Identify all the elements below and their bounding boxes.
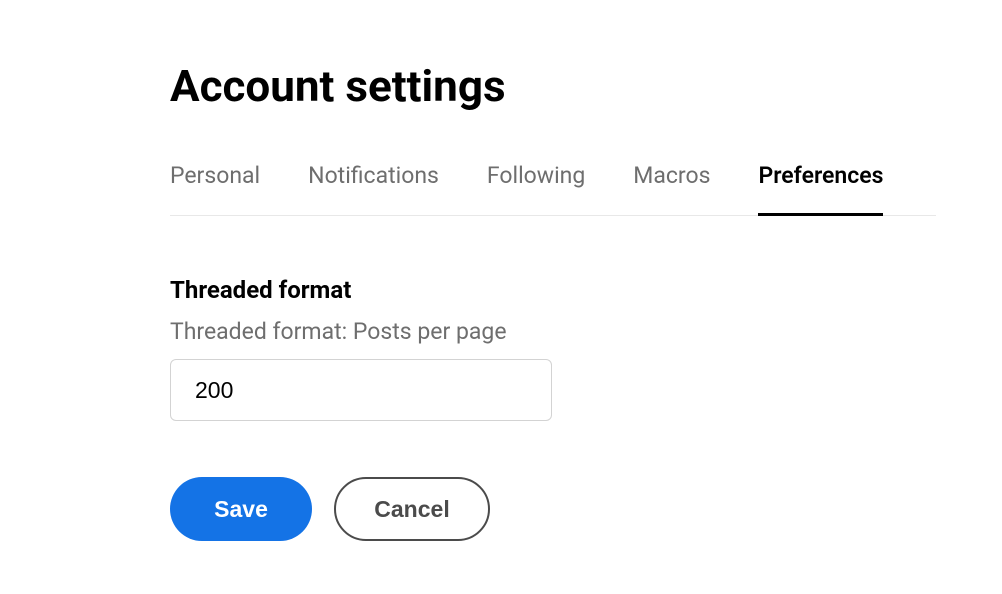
save-button[interactable]: Save	[170, 477, 312, 541]
tab-preferences[interactable]: Preferences	[758, 162, 883, 216]
cancel-button[interactable]: Cancel	[334, 477, 490, 541]
tab-personal[interactable]: Personal	[170, 162, 260, 216]
tabs-container: Personal Notifications Following Macros …	[170, 162, 936, 216]
field-label-posts-per-page: Threaded format: Posts per page	[170, 318, 1002, 345]
posts-per-page-input[interactable]	[170, 359, 552, 421]
button-row: Save Cancel	[170, 477, 1002, 541]
tab-following[interactable]: Following	[487, 162, 585, 216]
preferences-section: Threaded format Threaded format: Posts p…	[170, 276, 1002, 477]
page-title: Account settings	[170, 60, 1002, 112]
tab-macros[interactable]: Macros	[633, 162, 710, 216]
tab-notifications[interactable]: Notifications	[308, 162, 439, 216]
section-heading: Threaded format	[170, 276, 1002, 304]
